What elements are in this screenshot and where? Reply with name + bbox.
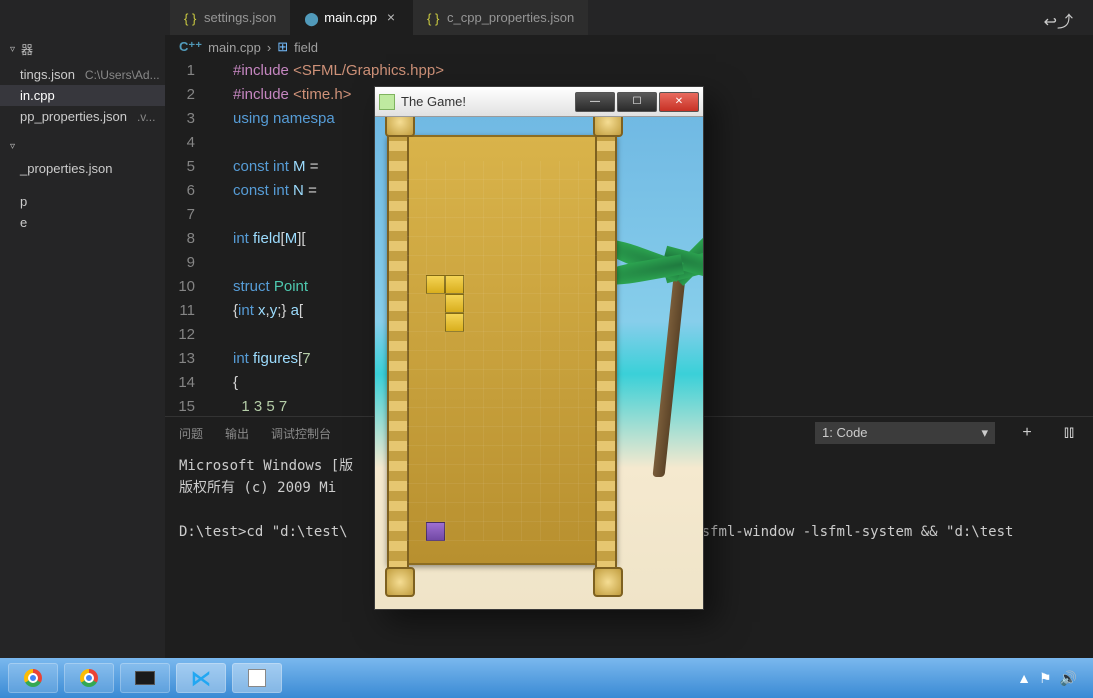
tetris-block: [426, 522, 445, 541]
tetris-block: [445, 313, 464, 332]
vscode-icon: ⋉: [191, 666, 211, 691]
code-text: {: [215, 371, 238, 395]
file-item[interactable]: p: [0, 191, 165, 212]
sidebar-section-workspace[interactable]: ▿: [0, 135, 165, 158]
code-text: {int x,y;} a[: [215, 299, 303, 323]
tray-up-icon[interactable]: ▲: [1017, 670, 1031, 686]
json-icon: { }: [427, 11, 441, 25]
chevron-down-icon: ▾: [981, 425, 988, 441]
minimize-button[interactable]: —: [575, 92, 615, 112]
line-number: 7: [165, 203, 215, 227]
code-text: [215, 323, 233, 347]
task-vscode[interactable]: ⋉: [176, 663, 226, 693]
code-text: int figures[7: [215, 347, 311, 371]
task-chrome[interactable]: [8, 663, 58, 693]
task-cmd[interactable]: [120, 663, 170, 693]
tetris-block: [445, 275, 464, 294]
window-title: The Game!: [401, 94, 575, 109]
code-text: [215, 251, 233, 275]
tetris-block: [445, 294, 464, 313]
line-number: 8: [165, 227, 215, 251]
tab-c-cpp-properties[interactable]: { } c_cpp_properties.json: [413, 0, 588, 35]
line-number: 2: [165, 83, 215, 107]
editor-tabs: { } settings.json ⬤ main.cpp × { } c_cpp…: [0, 0, 1093, 35]
line-number: 1: [165, 59, 215, 83]
cpp-icon: C⁺⁺: [179, 39, 202, 55]
palm-tree-decoration: [613, 157, 703, 477]
tray-volume-icon[interactable]: 🔊: [1060, 670, 1077, 687]
file-item-main-cpp[interactable]: in.cpp: [0, 85, 165, 106]
tetris-block: [426, 275, 445, 294]
code-text: [215, 131, 233, 155]
game-client: [375, 117, 703, 609]
game-window: The Game! — ☐ ✕: [374, 86, 704, 610]
tetris-board[interactable]: [407, 161, 597, 541]
code-text: #include <SFML/Graphics.hpp>: [215, 59, 444, 83]
cmd-icon: [135, 671, 155, 685]
panel-tab-debug[interactable]: 调试控制台: [271, 425, 331, 442]
line-number: 4: [165, 131, 215, 155]
sidebar: ▿ 器 tings.json C:\Users\Ad... in.cpp pp_…: [0, 35, 165, 676]
chrome-icon: [80, 669, 98, 687]
line-number: 14: [165, 371, 215, 395]
line-number: 6: [165, 179, 215, 203]
close-button[interactable]: ✕: [659, 92, 699, 112]
line-number: 12: [165, 323, 215, 347]
code-text: const int N =: [215, 179, 317, 203]
titlebar[interactable]: The Game! — ☐ ✕: [375, 87, 703, 117]
line-number: 3: [165, 107, 215, 131]
json-icon: { }: [184, 11, 198, 25]
line-number: 11: [165, 299, 215, 323]
code-text: int field[M][: [215, 227, 306, 251]
taskbar: ⋉ ▲ ⚑ 🔊: [0, 658, 1093, 698]
task-game[interactable]: [232, 663, 282, 693]
breadcrumb[interactable]: C⁺⁺ main.cpp › ⊞ field: [165, 35, 1093, 59]
code-text: using namespa: [215, 107, 335, 131]
code-text: 1 3 5 7: [215, 395, 287, 416]
line-number: 13: [165, 347, 215, 371]
cpp-icon: ⬤: [304, 11, 318, 25]
split-terminal-icon[interactable]: ⫾⫾: [1059, 424, 1079, 442]
system-tray[interactable]: ▲ ⚑ 🔊: [1017, 670, 1085, 687]
panel-tab-output[interactable]: 输出: [225, 425, 249, 442]
chevron-down-icon: ▿: [10, 44, 15, 55]
task-chrome-2[interactable]: [64, 663, 114, 693]
code-text: const int M =: [215, 155, 318, 179]
tab-settings-json[interactable]: { } settings.json: [170, 0, 290, 35]
app-icon: [379, 94, 395, 110]
tab-main-cpp[interactable]: ⬤ main.cpp ×: [290, 0, 413, 35]
file-item[interactable]: e: [0, 212, 165, 233]
code-text: #include <time.h>: [215, 83, 351, 107]
run-icon[interactable]: ↩⤴: [1044, 8, 1073, 32]
code-text: [215, 203, 233, 227]
code-text: struct Point: [215, 275, 308, 299]
game-board-frame: [387, 135, 617, 565]
close-icon[interactable]: ×: [383, 10, 399, 26]
file-item[interactable]: _properties.json: [0, 158, 165, 179]
tray-flag-icon[interactable]: ⚑: [1039, 670, 1052, 687]
sidebar-section-open-editors[interactable]: ▿ 器: [0, 35, 165, 64]
chrome-icon: [24, 669, 42, 687]
file-item-cpp-properties[interactable]: pp_properties.json .v...: [0, 106, 165, 127]
field-icon: ⊞: [277, 39, 288, 55]
line-number: 9: [165, 251, 215, 275]
file-item-settings[interactable]: tings.json C:\Users\Ad...: [0, 64, 165, 85]
panel-tab-problems[interactable]: 问题: [179, 425, 203, 442]
maximize-button[interactable]: ☐: [617, 92, 657, 112]
code-line[interactable]: 1#include <SFML/Graphics.hpp>: [165, 59, 1093, 83]
terminal-select[interactable]: 1: Code ▾: [815, 422, 995, 444]
line-number: 15: [165, 395, 215, 416]
game-icon: [248, 669, 266, 687]
chevron-down-icon: ▿: [10, 141, 15, 152]
add-terminal-icon[interactable]: +: [1017, 424, 1037, 442]
line-number: 10: [165, 275, 215, 299]
line-number: 5: [165, 155, 215, 179]
